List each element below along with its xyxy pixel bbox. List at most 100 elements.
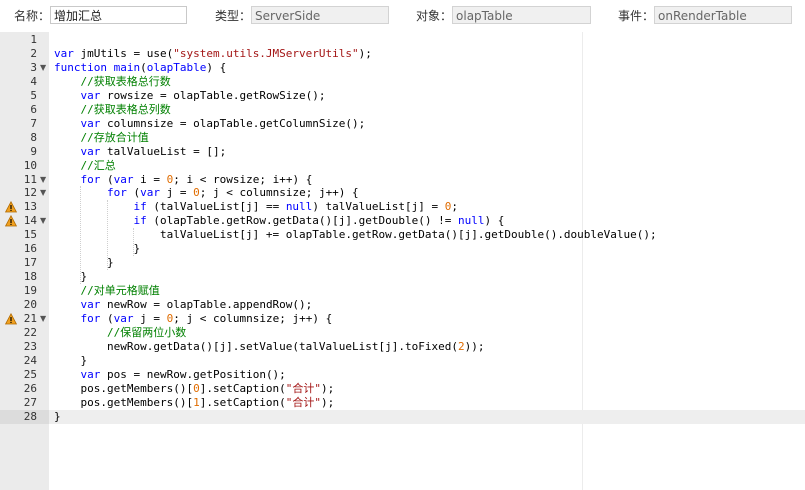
indent-guide bbox=[80, 186, 82, 285]
chevron-down-icon[interactable]: ▼ bbox=[40, 62, 46, 74]
chevron-down-icon[interactable]: ▼ bbox=[40, 174, 46, 186]
line-number: 6 bbox=[30, 102, 37, 116]
line-number-cell: 11 ▼ bbox=[0, 173, 49, 187]
line-number-cell: 6 bbox=[0, 103, 49, 117]
code-line[interactable]: 26 pos.getMembers()[0].setCaption("合计"); bbox=[0, 382, 805, 396]
code-line[interactable]: 16 } bbox=[0, 242, 805, 256]
code-text[interactable]: talValueList[j] += olapTable.getRow.getD… bbox=[54, 228, 657, 242]
code-text[interactable]: } bbox=[54, 242, 140, 256]
code-text[interactable]: //存放合计值 bbox=[54, 131, 149, 145]
code-line[interactable]: 24 } bbox=[0, 354, 805, 368]
code-line[interactable]: 14 ▼ if (olapTable.getRow.getData()[j].ge… bbox=[0, 214, 805, 228]
code-line[interactable]: 28} bbox=[0, 409, 805, 424]
code-line[interactable]: 25 var pos = newRow.getPosition(); bbox=[0, 368, 805, 382]
code-text[interactable]: newRow.getData()[j].setValue(talValueLis… bbox=[54, 340, 485, 354]
code-text[interactable]: var rowsize = olapTable.getRowSize(); bbox=[54, 89, 326, 103]
code-line[interactable]: 10 //汇总 bbox=[0, 159, 805, 173]
line-number-cell: 10 bbox=[0, 159, 49, 173]
warning-icon[interactable] bbox=[5, 215, 17, 227]
code-text[interactable]: var jmUtils = use("system.utils.JMServer… bbox=[54, 47, 372, 61]
code-line[interactable]: 11 ▼ for (var i = 0; i < rowsize; i++) { bbox=[0, 173, 805, 187]
line-number-cell: 19 bbox=[0, 284, 49, 298]
event-label: 事件： bbox=[618, 8, 655, 23]
code-line[interactable]: 23 newRow.getData()[j].setValue(talValue… bbox=[0, 340, 805, 354]
code-text[interactable]: pos.getMembers()[0].setCaption("合计"); bbox=[54, 382, 334, 396]
code-editor[interactable]: 1 2 var jmUtils = use("system.utils.JMServ… bbox=[0, 32, 805, 490]
line-number-cell: 3 ▼ bbox=[0, 61, 49, 75]
code-line[interactable]: 19 //对单元格赋值 bbox=[0, 284, 805, 298]
code-text[interactable]: if (olapTable.getRow.getData()[j].getDou… bbox=[54, 214, 504, 228]
code-text[interactable]: } bbox=[54, 256, 114, 270]
type-label: 类型： bbox=[215, 8, 252, 23]
type-field-group: 类型： ServerSide bbox=[215, 5, 390, 25]
code-text[interactable]: pos.getMembers()[1].setCaption("合计"); bbox=[54, 396, 334, 410]
line-number-cell: 17 bbox=[0, 256, 49, 270]
event-input: onRenderTable bbox=[654, 6, 793, 24]
chevron-down-icon[interactable]: ▼ bbox=[40, 313, 46, 325]
code-text[interactable]: } bbox=[54, 410, 61, 424]
line-number: 21 bbox=[23, 312, 37, 325]
code-text[interactable]: //汇总 bbox=[54, 159, 116, 173]
object-field-group: 对象： olapTable bbox=[416, 5, 592, 25]
code-text[interactable]: //对单元格赋值 bbox=[54, 284, 160, 298]
code-line[interactable]: 6 //获取表格总列数 bbox=[0, 103, 805, 117]
code-text[interactable]: var pos = newRow.getPosition(); bbox=[54, 368, 286, 382]
warning-icon[interactable] bbox=[5, 201, 17, 213]
code-text[interactable]: //获取表格总行数 bbox=[54, 75, 171, 89]
line-number-cell: 25 bbox=[0, 368, 49, 382]
indent-guide bbox=[133, 228, 135, 257]
line-number: 27 bbox=[23, 395, 37, 409]
line-number-cell: 8 bbox=[0, 131, 49, 145]
code-line[interactable]: 9 var talValueList = []; bbox=[0, 145, 805, 159]
chevron-down-icon[interactable]: ▼ bbox=[40, 187, 46, 199]
code-text[interactable]: var newRow = olapTable.appendRow(); bbox=[54, 298, 313, 312]
line-number-cell: 5 bbox=[0, 89, 49, 103]
properties-bar: 名称： 增加汇总 类型： ServerSide 对象： olapTable 事件… bbox=[0, 0, 805, 32]
code-text[interactable]: var talValueList = []; bbox=[54, 145, 227, 159]
indent-guide bbox=[106, 200, 108, 271]
line-number-cell: 16 bbox=[0, 242, 49, 256]
line-number-cell: 7 bbox=[0, 117, 49, 131]
code-line[interactable]: 7 var columnsize = olapTable.getColumnSi… bbox=[0, 117, 805, 131]
line-number: 2 bbox=[30, 46, 37, 60]
code-text[interactable]: if (talValueList[j] == null) talValueLis… bbox=[54, 200, 458, 214]
code-text[interactable]: } bbox=[54, 270, 87, 284]
code-line[interactable]: 3 ▼ function main(olapTable) { bbox=[0, 61, 805, 75]
code-text[interactable]: for (var i = 0; i < rowsize; i++) { bbox=[54, 173, 313, 187]
name-input[interactable]: 增加汇总 bbox=[50, 6, 188, 24]
code-line[interactable]: 12 ▼ for (var j = 0; j < columnsize; j++)… bbox=[0, 186, 805, 200]
line-number: 1 bbox=[30, 33, 37, 46]
code-line[interactable]: 2 var jmUtils = use("system.utils.JMServe… bbox=[0, 47, 805, 61]
type-input: ServerSide bbox=[251, 6, 390, 24]
code-line[interactable]: 15 talValueList[j] += olapTable.getRow.g… bbox=[0, 228, 805, 242]
line-number-cell: 18 bbox=[0, 270, 49, 284]
code-text[interactable]: for (var j = 0; j < columnsize; j++) { bbox=[54, 186, 359, 200]
code-line[interactable]: 27 pos.getMembers()[1].setCaption("合计"); bbox=[0, 396, 805, 410]
line-number-cell: 24 bbox=[0, 354, 49, 368]
code-text[interactable]: var columnsize = olapTable.getColumnSize… bbox=[54, 117, 366, 131]
chevron-down-icon[interactable]: ▼ bbox=[40, 215, 46, 227]
code-line[interactable]: 8 //存放合计值 bbox=[0, 131, 805, 145]
line-number-cell: 22 bbox=[0, 326, 49, 340]
line-number-cell: 4 bbox=[0, 75, 49, 89]
code-text[interactable]: //保留两位小数 bbox=[54, 326, 186, 340]
code-line[interactable]: 17 } bbox=[0, 256, 805, 270]
code-text[interactable]: } bbox=[54, 354, 87, 368]
code-line[interactable]: 22 //保留两位小数 bbox=[0, 326, 805, 340]
code-line[interactable]: 1 bbox=[0, 33, 805, 47]
line-number-cell: 20 bbox=[0, 298, 49, 312]
code-line[interactable]: 18 } bbox=[0, 270, 805, 284]
line-number-cell: 21 ▼ bbox=[0, 312, 49, 326]
code-text[interactable]: function main(olapTable) { bbox=[54, 61, 226, 75]
code-line[interactable]: 4 //获取表格总行数 bbox=[0, 75, 805, 89]
code-line[interactable]: 5 var rowsize = olapTable.getRowSize(); bbox=[0, 89, 805, 103]
code-text[interactable]: for (var j = 0; j < columnsize; j++) { bbox=[54, 312, 333, 326]
line-number-cell: 27 bbox=[0, 396, 49, 410]
code-line[interactable]: 20 var newRow = olapTable.appendRow(); bbox=[0, 298, 805, 312]
line-number: 20 bbox=[23, 298, 37, 312]
code-line[interactable]: 21 ▼ for (var j = 0; j < columnsize; j++)… bbox=[0, 312, 805, 326]
code-line[interactable]: 13 if (talValueList[j] == null) talValue… bbox=[0, 200, 805, 214]
code-text[interactable]: //获取表格总列数 bbox=[54, 103, 171, 117]
line-number: 28 bbox=[23, 409, 37, 423]
warning-icon[interactable] bbox=[5, 313, 17, 325]
